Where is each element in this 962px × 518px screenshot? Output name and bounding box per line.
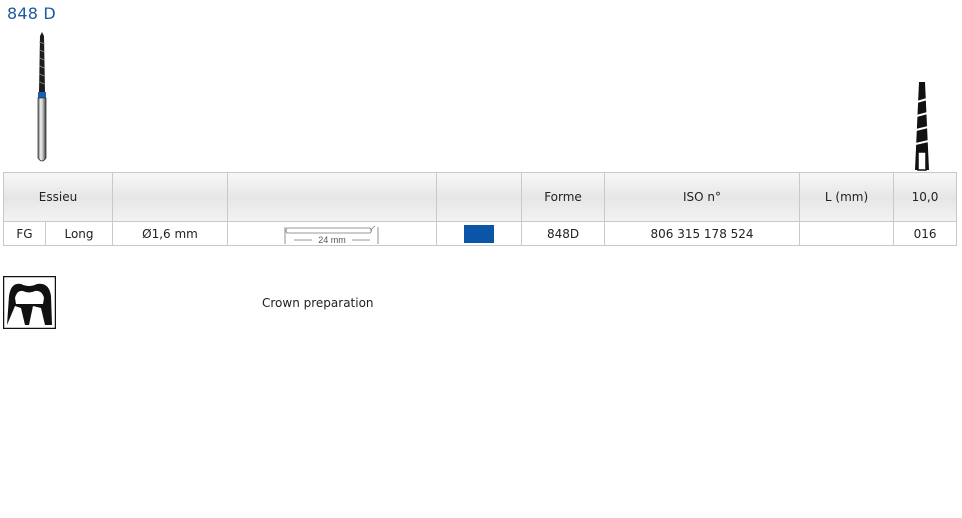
shank-length-drawing: 24 mm [284, 225, 379, 245]
cell-shank-drawing: 24 mm [227, 221, 438, 246]
header-empty-3 [436, 172, 523, 222]
cell-empty [799, 221, 895, 246]
table-row: FG Long Ø1,6 mm 24 mm 848D 806 315 178 5… [3, 221, 958, 246]
spec-table: Essieu Forme ISO n° L (mm) 10,0 FG Long … [2, 172, 958, 246]
header-length: L (mm) [799, 172, 895, 222]
crown-tooth-icon [3, 276, 56, 329]
cell-color-code [436, 221, 523, 246]
color-code-swatch [464, 224, 495, 243]
header-empty-1 [112, 172, 229, 222]
cell-diameter: Ø1,6 mm [112, 221, 229, 246]
cell-forme: 848D [521, 221, 606, 246]
dental-bur-image [37, 32, 47, 162]
indication-text: Crown preparation [262, 296, 374, 310]
cell-size: 016 [893, 221, 958, 246]
header-empty-2 [227, 172, 438, 222]
taper-profile-icon [915, 82, 929, 171]
header-forme: Forme [521, 172, 606, 222]
table-header-row: Essieu Forme ISO n° L (mm) 10,0 [2, 172, 958, 222]
cell-shank-type: Long [44, 221, 114, 246]
shank-length-label: 24 mm [318, 235, 346, 245]
cell-shank: FG [3, 221, 46, 246]
product-title: 848 D [7, 4, 56, 23]
header-length-value: 10,0 [893, 172, 958, 222]
cell-iso: 806 315 178 524 [604, 221, 801, 246]
header-essieu: Essieu [2, 172, 114, 222]
header-iso: ISO n° [604, 172, 801, 222]
